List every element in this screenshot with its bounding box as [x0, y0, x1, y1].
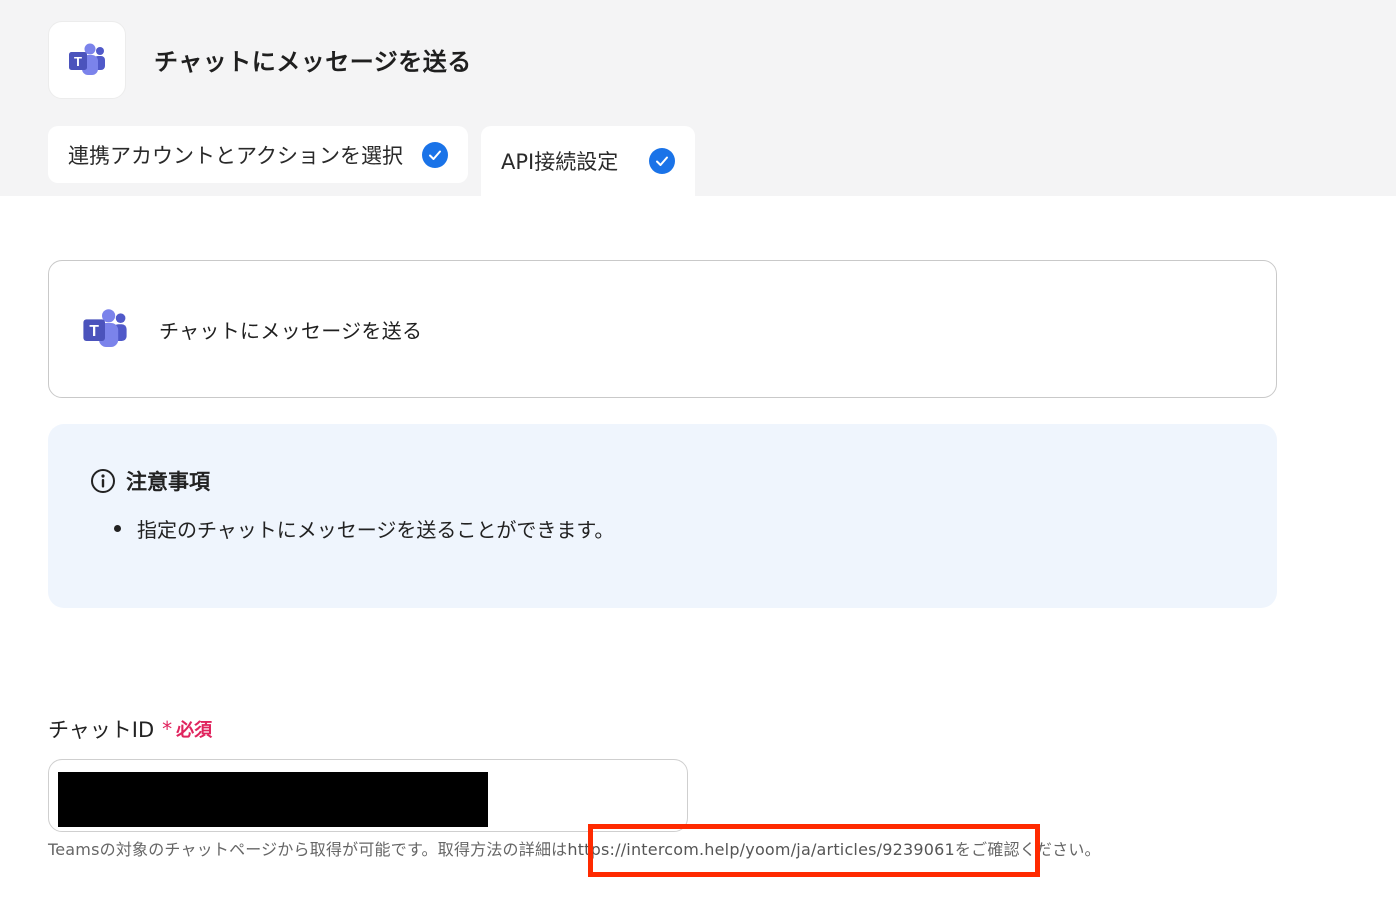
svg-text:T: T: [89, 323, 99, 340]
chat-id-label-text: チャットID: [48, 718, 155, 742]
redacted-value: [58, 772, 488, 827]
tab-label: 連携アカウントとアクションを選択: [68, 143, 403, 168]
notice-item-text: 指定のチャットにメッセージを送ることができます。: [137, 518, 615, 542]
list-item: 指定のチャットにメッセージを送ることができます。: [114, 514, 614, 543]
info-icon: [91, 469, 115, 493]
svg-text:T: T: [74, 54, 82, 69]
highlight-annotation-box: [588, 824, 1040, 877]
action-card-title: チャットにメッセージを送る: [159, 318, 423, 343]
notice-heading: 注意事項: [90, 466, 210, 496]
microsoft-teams-icon: T: [83, 309, 127, 347]
check-circle-icon: [422, 141, 448, 168]
tab-api-settings[interactable]: API接続設定: [481, 126, 695, 196]
action-card: T チャットにメッセージを送る: [48, 260, 1277, 398]
app-icon-box: T: [48, 21, 126, 99]
notice-heading-text: 注意事項: [126, 470, 210, 494]
check-circle-icon: [649, 148, 675, 174]
tab-select-account-action[interactable]: 連携アカウントとアクションを選択: [48, 126, 468, 183]
microsoft-teams-icon: T: [69, 43, 105, 75]
page-title: チャットにメッセージを送る: [154, 48, 472, 76]
chat-id-label: チャットID * 必須: [48, 714, 212, 744]
notice-box: 注意事項 指定のチャットにメッセージを送ることができます。: [48, 424, 1277, 608]
bullet: [114, 525, 121, 532]
tab-label: API接続設定: [501, 150, 619, 174]
chat-id-input[interactable]: [48, 759, 688, 832]
help-prefix: Teamsの対象のチャットページから取得が可能です。取得方法の詳細は: [48, 840, 568, 859]
required-asterisk: *: [162, 717, 173, 741]
required-badge: 必須: [176, 720, 213, 741]
